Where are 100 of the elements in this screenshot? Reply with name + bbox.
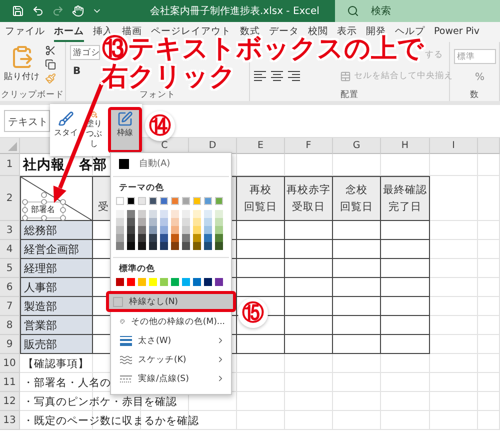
align-left-icon[interactable] [254,71,266,81]
selection-handles-icon[interactable] [20,191,66,221]
menu-item[interactable]: 枠線なし(N) [106,291,236,312]
row-header[interactable]: 5 [0,259,20,278]
text-box[interactable]: 部署名 [24,201,62,217]
row-header[interactable]: 11 [0,373,20,392]
color-swatch[interactable] [160,210,168,218]
color-swatch[interactable] [182,278,190,286]
color-swatch[interactable] [138,226,146,234]
redo-icon[interactable] [52,5,64,17]
color-swatch[interactable] [160,226,168,234]
color-swatch[interactable] [182,197,190,205]
name-box[interactable]: テキスト [4,110,50,132]
cut-icon[interactable] [45,45,56,56]
color-swatch[interactable] [116,242,124,250]
color-swatch[interactable] [171,234,179,242]
color-swatch[interactable] [171,242,179,250]
color-swatch[interactable] [116,197,124,205]
color-swatch[interactable] [127,242,135,250]
color-swatch[interactable] [127,197,135,205]
color-swatch[interactable] [182,242,190,250]
style-button[interactable]: スタイ [52,107,80,153]
row-header[interactable]: 8 [0,316,20,335]
color-swatch[interactable] [138,234,146,242]
color-swatch[interactable] [193,234,201,242]
color-swatch[interactable] [215,226,223,234]
color-swatch[interactable] [149,218,157,226]
color-swatch[interactable] [127,210,135,218]
color-swatch[interactable] [138,210,146,218]
color-swatch[interactable] [204,226,212,234]
color-swatch[interactable] [116,278,124,286]
color-swatch[interactable] [127,278,135,286]
color-swatch[interactable] [182,234,190,242]
color-swatch[interactable] [127,226,135,234]
row-header[interactable]: 6 [0,278,20,297]
font-name-field[interactable]: 游ゴシ [70,45,100,60]
menu-item[interactable]: その他の枠線の色(M)... [113,312,229,331]
color-swatch[interactable] [204,234,212,242]
undo-icon[interactable] [32,5,44,17]
color-swatch[interactable] [171,197,179,205]
color-swatch[interactable] [116,234,124,242]
color-swatch[interactable] [215,197,223,205]
align-center-icon[interactable] [271,71,283,81]
row-header[interactable]: 3 [0,221,20,240]
color-swatch[interactable] [160,234,168,242]
save-icon[interactable] [12,5,24,17]
row-header[interactable]: 4 [0,240,20,259]
row-header[interactable]: 10 [0,354,20,373]
color-swatch[interactable] [160,242,168,250]
color-swatch[interactable] [193,218,201,226]
ribbon-tab[interactable]: Power Piv [434,22,480,42]
column-header[interactable]: I [430,138,478,154]
color-swatch[interactable] [204,242,212,250]
color-swatch[interactable] [127,234,135,242]
align-right-icon[interactable] [288,71,300,81]
menu-item[interactable]: 自動(A) [113,153,229,174]
color-swatch[interactable] [116,226,124,234]
color-swatch[interactable] [215,242,223,250]
copy-icon[interactable] [45,59,56,70]
column-header[interactable] [478,138,500,154]
column-header[interactable]: F [285,138,333,154]
color-swatch[interactable] [160,197,168,205]
column-header[interactable]: G [333,138,381,154]
color-swatch[interactable] [138,197,146,205]
ribbon-tab[interactable]: ファイル [5,22,45,42]
color-swatch[interactable] [149,210,157,218]
row-header[interactable]: 7 [0,297,20,316]
color-swatch[interactable] [204,278,212,286]
color-swatch[interactable] [171,218,179,226]
color-swatch[interactable] [116,210,124,218]
row-header[interactable]: 13 [0,411,20,430]
color-swatch[interactable] [204,197,212,205]
color-swatch[interactable] [138,278,146,286]
menu-item[interactable]: 太さ(W) [113,331,229,350]
menu-item[interactable]: 実線/点線(S) [113,369,229,388]
search-icon[interactable] [347,5,359,17]
bold-button[interactable]: B [70,66,84,77]
color-swatch[interactable] [204,218,212,226]
color-swatch[interactable] [160,218,168,226]
color-swatch[interactable] [215,218,223,226]
color-swatch[interactable] [182,210,190,218]
color-swatch[interactable] [138,218,146,226]
search-input[interactable]: 検索 [369,4,459,18]
color-swatch[interactable] [193,210,201,218]
color-swatch[interactable] [171,226,179,234]
color-swatch[interactable] [193,278,201,286]
row-header[interactable]: 1 [0,154,20,176]
color-swatch[interactable] [193,197,201,205]
color-swatch[interactable] [215,278,223,286]
hand-icon[interactable] [72,5,84,17]
color-swatch[interactable] [182,226,190,234]
color-swatch[interactable] [127,218,135,226]
row-header[interactable]: 2 [0,176,20,221]
search-field[interactable]: 検索 [335,0,500,22]
color-swatch[interactable] [171,278,179,286]
color-swatch[interactable] [171,210,179,218]
color-swatch[interactable] [193,242,201,250]
color-swatch[interactable] [149,197,157,205]
paste-button[interactable]: 貼り付け [4,45,40,83]
color-swatch[interactable] [204,210,212,218]
